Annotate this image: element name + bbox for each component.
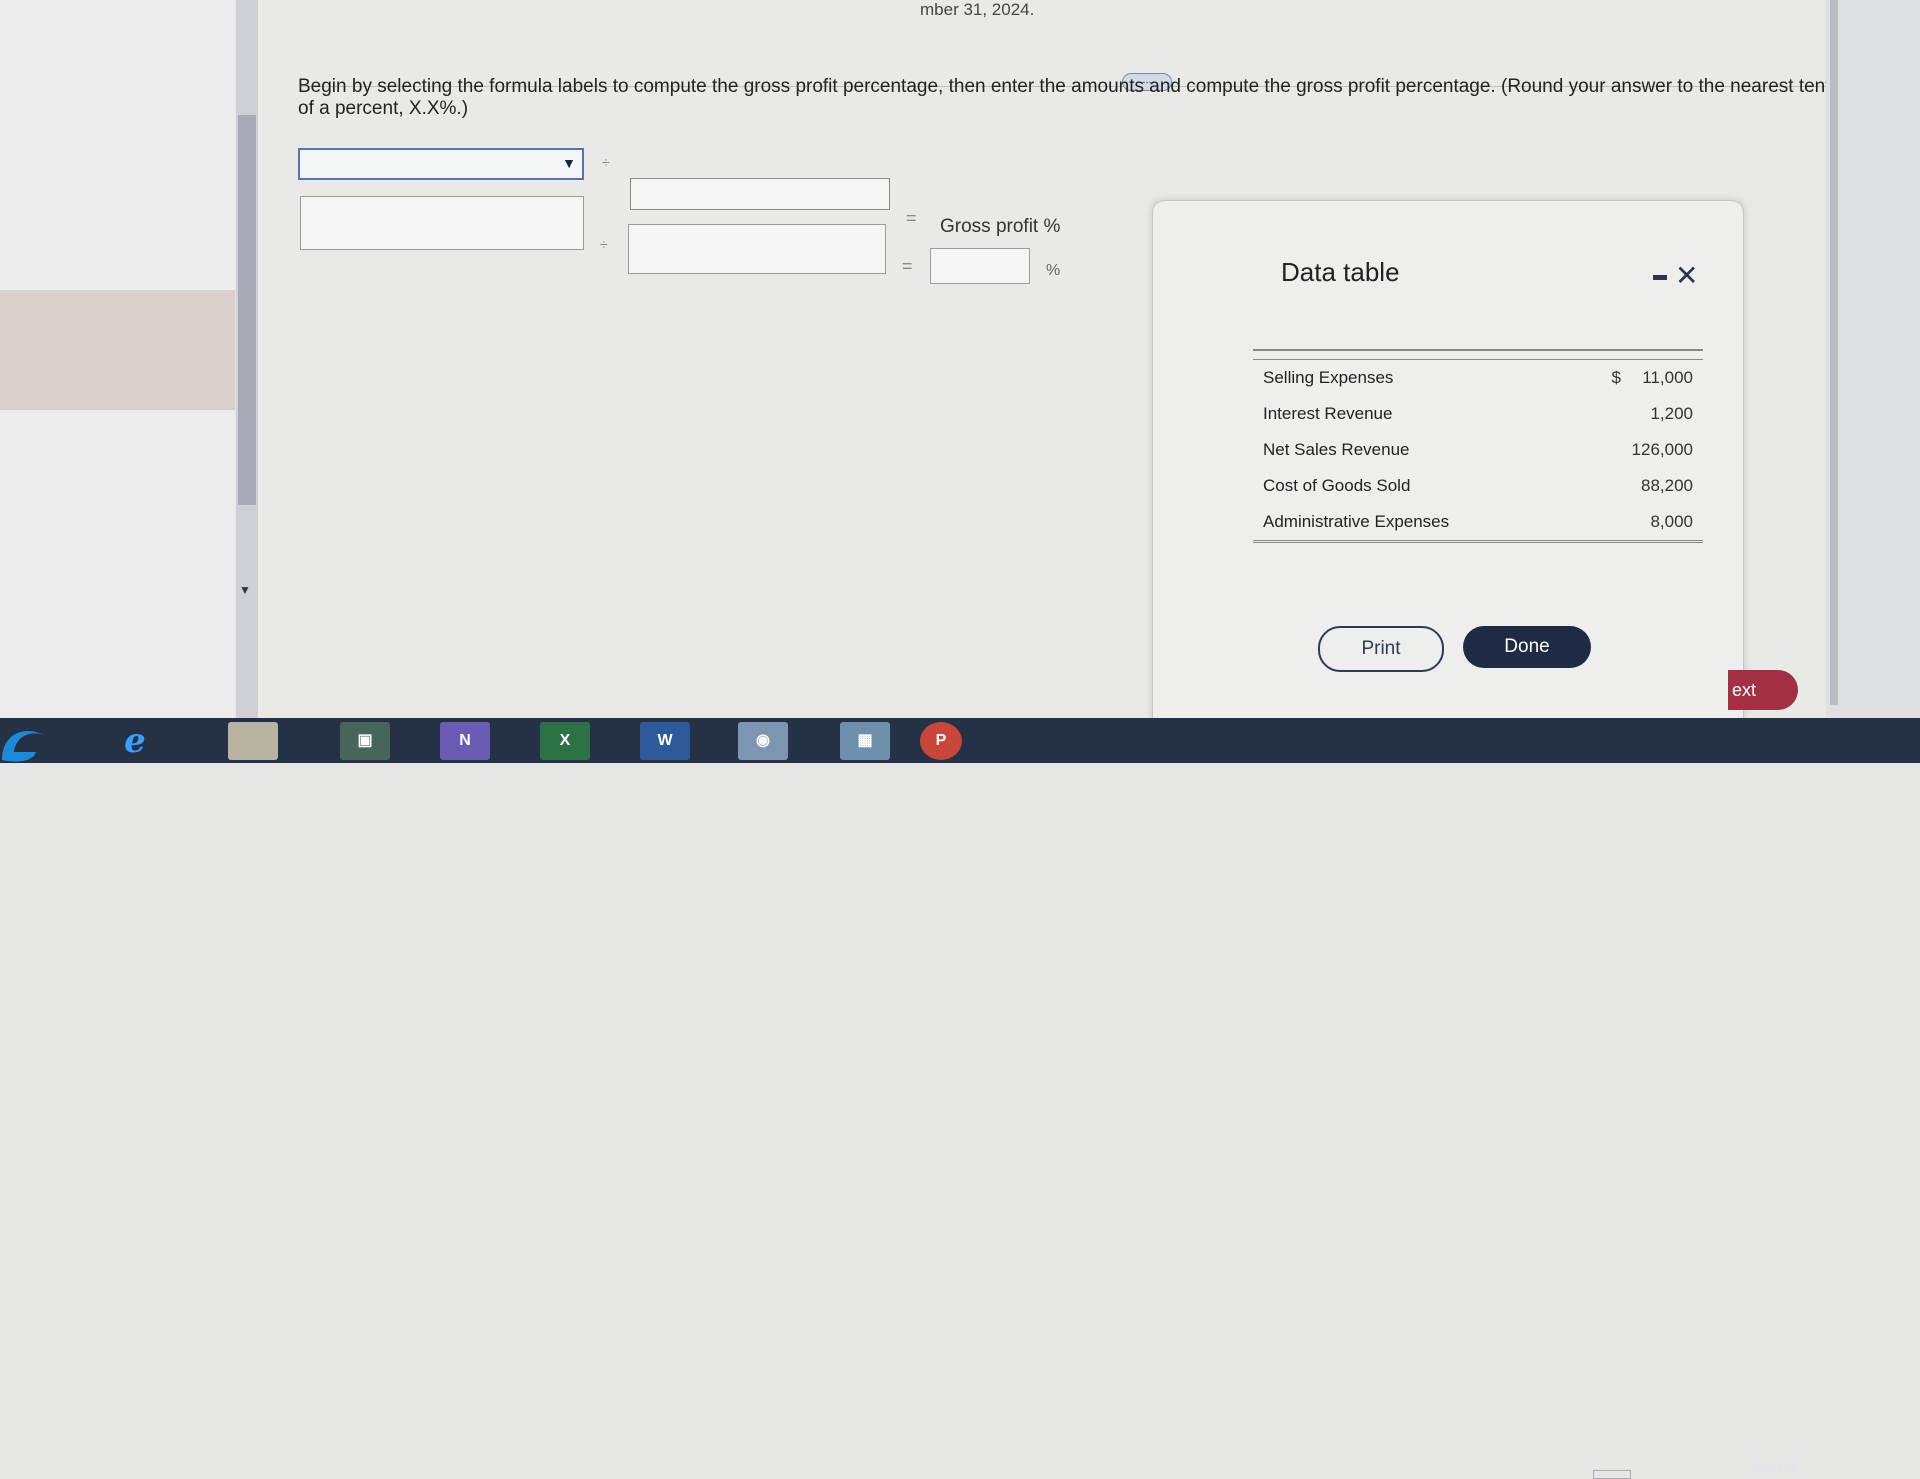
row-value: 88,200 (1641, 476, 1693, 495)
minimize-icon[interactable] (1653, 275, 1667, 280)
table-row: Cost of Goods Sold 88,200 (1253, 468, 1703, 504)
amount-numerator-field[interactable] (300, 196, 584, 250)
photos-icon[interactable]: ▦ (840, 722, 890, 760)
row-value: 8,000 (1622, 504, 1703, 543)
dialog-title: Data table (1281, 257, 1400, 287)
next-button[interactable]: ext (1728, 670, 1798, 710)
currency-symbol: $ (1611, 368, 1621, 387)
data-table: Selling Expenses $ 11,000 Interest Reven… (1253, 349, 1703, 543)
right-scrollbar[interactable] (1830, 0, 1838, 705)
row-value: 1,200 (1650, 404, 1693, 423)
onenote-icon[interactable]: N (440, 722, 490, 760)
formula-label-row: ▼ ÷ (298, 148, 1098, 180)
data-table-dialog: Data table ✕ Selling Expenses $ 11,000 I… (1152, 200, 1744, 732)
row-value: 126,000 (1631, 440, 1693, 459)
done-button[interactable]: Done (1463, 626, 1591, 668)
row-label: Cost of Goods Sold (1263, 476, 1411, 495)
formula-denominator-dropdown[interactable] (630, 178, 890, 210)
equals-operator: = (906, 208, 917, 228)
instruction-text: Begin by selecting the formula labels to… (298, 76, 1842, 119)
chevron-down-icon[interactable]: ▼ (562, 155, 576, 171)
print-button[interactable]: Print (1318, 626, 1444, 672)
internet-explorer-icon[interactable]: e (110, 722, 160, 760)
file-explorer-icon[interactable] (228, 722, 278, 760)
left-panel-background (0, 0, 235, 718)
gross-profit-percent-input[interactable] (930, 248, 1030, 284)
taskbar: e ▣ N X W ◉ ▦ P 6:25 PM (0, 718, 1920, 1479)
excel-icon[interactable]: X (540, 722, 590, 760)
table-row: Selling Expenses $ 11,000 (1253, 360, 1703, 397)
row-label: Interest Revenue (1263, 404, 1393, 423)
table-row: Interest Revenue 1,200 (1253, 396, 1703, 432)
left-panel-highlight (0, 290, 235, 410)
equals-operator-2: = (902, 256, 913, 276)
left-scrollbar-thumb[interactable] (238, 115, 256, 505)
gross-profit-label: Gross profit % (940, 216, 1061, 237)
taskbar-clock[interactable]: 6:25 PM (1752, 1461, 1797, 1475)
row-value: 11,000 (1642, 368, 1693, 387)
statement-date: mber 31, 2024. (920, 0, 1035, 19)
left-scrollbar[interactable]: ▼ (236, 0, 258, 718)
right-scroll-region (1826, 0, 1920, 718)
row-label: Administrative Expenses (1253, 504, 1600, 543)
keyboard-icon[interactable] (1593, 1470, 1631, 1479)
table-row: Net Sales Revenue 126,000 (1253, 432, 1703, 468)
amount-denominator-field[interactable] (628, 224, 886, 274)
close-icon[interactable]: ✕ (1675, 259, 1698, 292)
word-icon[interactable]: W (640, 722, 690, 760)
powerpoint-icon[interactable]: P (920, 722, 962, 760)
row-label: Net Sales Revenue (1263, 440, 1410, 459)
store-icon[interactable]: ▣ (340, 722, 390, 760)
formula-numerator-dropdown[interactable]: ▼ (298, 148, 584, 180)
table-row: Administrative Expenses 8,000 (1253, 504, 1703, 543)
percent-sign: % (1046, 262, 1061, 279)
chrome-icon[interactable]: ◉ (738, 722, 788, 760)
divide-operator: ÷ (602, 154, 610, 170)
scroll-down-arrow-icon[interactable]: ▼ (239, 583, 251, 597)
divide-operator-2: ÷ (600, 236, 608, 252)
row-label: Selling Expenses (1263, 368, 1394, 387)
edge-browser-icon[interactable] (0, 722, 50, 762)
